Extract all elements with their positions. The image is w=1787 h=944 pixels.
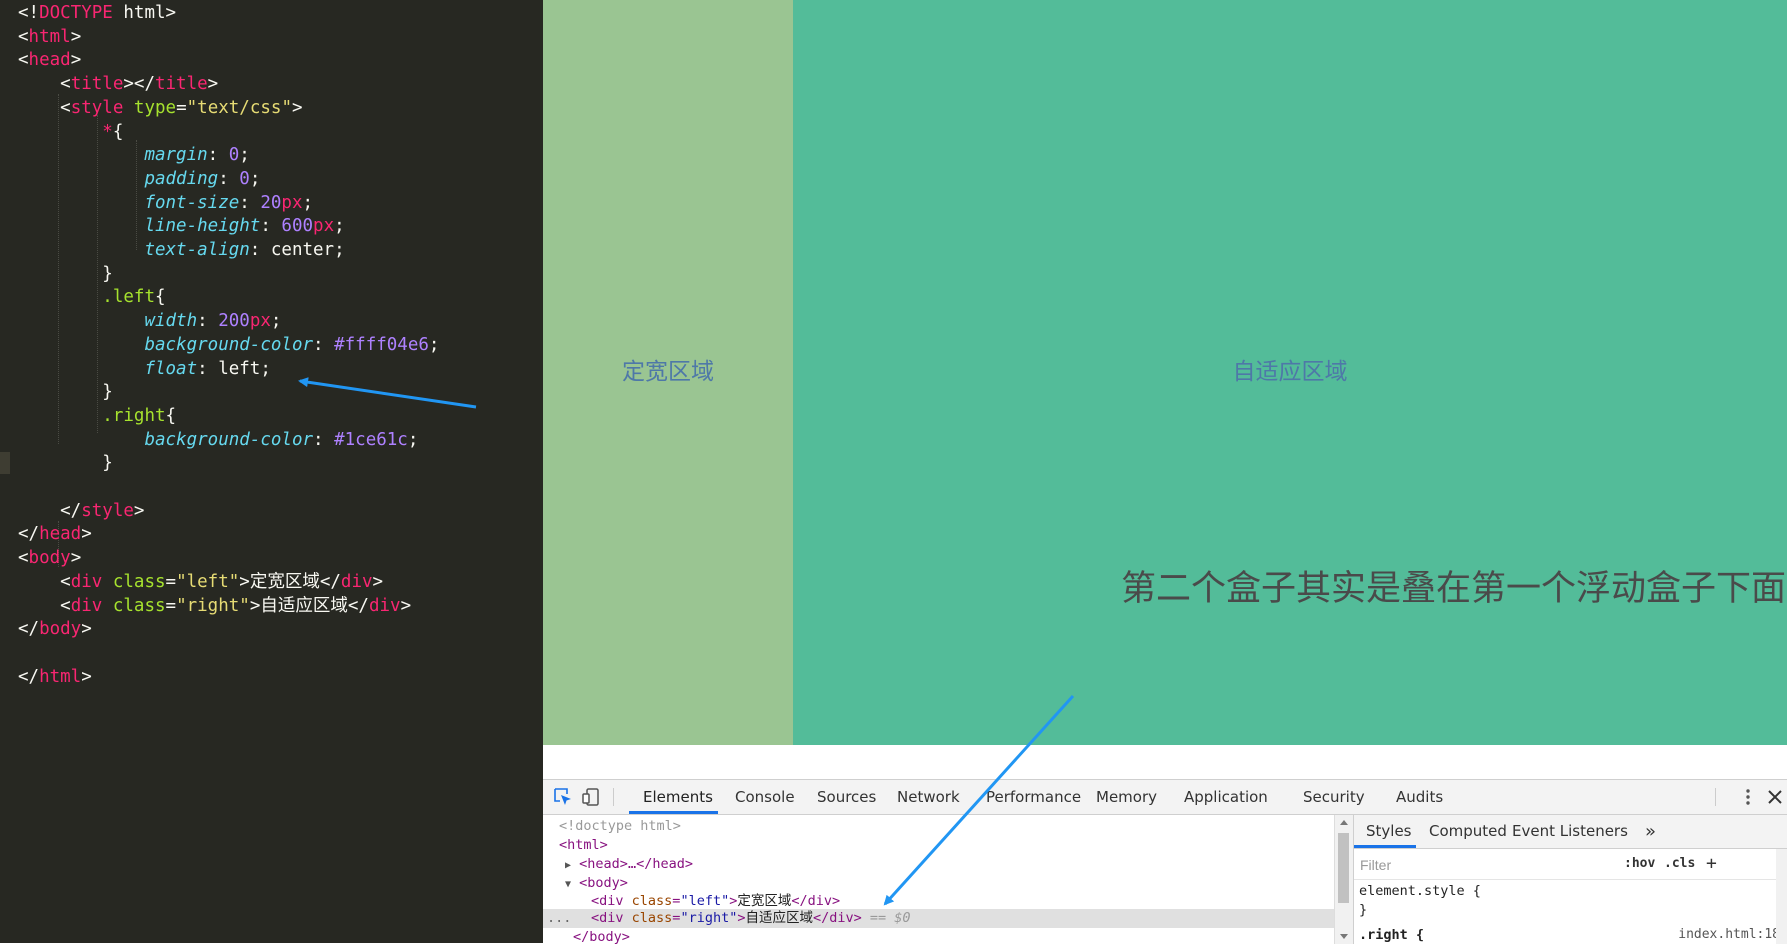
code-line[interactable]: </html>	[18, 666, 92, 689]
collapse-arrow-icon[interactable]: ▼	[565, 879, 571, 890]
styles-scrollbar[interactable]	[1776, 849, 1787, 944]
dom-left-div-text: 定宽区域	[737, 893, 792, 909]
code-line[interactable]: <div class="right">自适应区域</div>	[18, 595, 411, 618]
selected-marker: == $0	[869, 910, 911, 926]
scroll-up-icon[interactable]	[1339, 818, 1349, 826]
dom-doctype[interactable]: <!doctype html>	[559, 817, 681, 836]
code-line[interactable]: .right{	[18, 405, 176, 428]
styles-filter-input[interactable]	[1358, 853, 1632, 877]
rule-source-link[interactable]: index.html:18	[1678, 927, 1780, 942]
dom-head-node[interactable]: ▶ <head>…</head>	[565, 855, 693, 874]
dom-head-label: <head>…</head>	[579, 856, 693, 872]
tab-event-listeners[interactable]: Event Listeners	[1512, 815, 1628, 848]
devtools-panel: Elements Console Sources Network Performance…	[543, 779, 1787, 944]
active-tab-indicator	[629, 811, 718, 814]
hov-toggle[interactable]: :hov	[1624, 853, 1655, 875]
dom-body-label: <body>	[579, 875, 628, 891]
dom-body-node[interactable]: ▼ <body>	[565, 874, 628, 893]
tab-elements[interactable]: Elements	[643, 780, 713, 814]
right-rule-selector[interactable]: .right {	[1359, 926, 1424, 944]
toolbar-divider	[613, 788, 614, 806]
code-line[interactable]: }	[18, 452, 113, 475]
code-line[interactable]: text-align: center;	[18, 239, 344, 262]
code-line[interactable]: line-height: 600px;	[18, 215, 344, 238]
expand-arrow-icon[interactable]: ▶	[565, 860, 571, 871]
dom-tree-scrollbar[interactable]	[1334, 815, 1353, 944]
more-options-icon[interactable]	[1738, 787, 1758, 807]
devtools-toolbar: Elements Console Sources Network Performance…	[543, 780, 1787, 815]
toolbar-divider	[1715, 788, 1716, 806]
dom-tree[interactable]: <!doctype html> <html> ▶ <head>…</head> …	[543, 815, 1334, 944]
code-line[interactable]: <style type="text/css">	[18, 97, 302, 120]
more-tabs-icon[interactable]: »	[1645, 815, 1656, 848]
tab-performance[interactable]: Performance	[986, 780, 1081, 814]
code-line[interactable]: </style>	[18, 500, 144, 523]
inspect-element-icon[interactable]	[553, 787, 573, 807]
tab-application[interactable]: Application	[1184, 780, 1268, 814]
code-line[interactable]: float: left;	[18, 358, 270, 381]
tab-network[interactable]: Network	[897, 780, 960, 814]
element-style-rule[interactable]: element.style {	[1359, 882, 1481, 901]
code-line[interactable]: margin: 0;	[18, 144, 249, 167]
dom-row-ellipsis[interactable]: ...	[547, 909, 571, 928]
code-line[interactable]: <head>	[18, 49, 81, 72]
active-tab-indicator	[1354, 845, 1416, 848]
dom-right-div-text: 自适应区域	[745, 910, 813, 926]
code-editor[interactable]: <!DOCTYPE html> <html> <head> <title></tit…	[0, 0, 543, 943]
code-line[interactable]: <body>	[18, 547, 81, 570]
adaptive-box: 自适应区域 第二个盒子其实是叠在第一个浮动盒子下面的	[793, 0, 1787, 745]
filter-row: :hov .cls +	[1354, 849, 1787, 880]
fixed-width-box-text: 定宽区域	[622, 359, 714, 385]
code-line[interactable]: }	[18, 263, 113, 286]
code-line[interactable]: <!DOCTYPE html>	[18, 2, 176, 25]
adaptive-box-text: 自适应区域	[1232, 359, 1348, 385]
code-line[interactable]: background-color: #ffff04e6;	[18, 334, 439, 357]
cls-toggle[interactable]: .cls	[1664, 853, 1695, 875]
styles-pane: Styles Computed Event Listeners » :hov .…	[1353, 815, 1787, 944]
browser-viewport: 定宽区域 自适应区域 第二个盒子其实是叠在第一个浮动盒子下面的	[543, 0, 1787, 745]
tab-security[interactable]: Security	[1303, 780, 1365, 814]
code-line[interactable]: padding: 0;	[18, 168, 260, 191]
annotation-text: 第二个盒子其实是叠在第一个浮动盒子下面的	[1121, 569, 1787, 609]
current-line-marker	[0, 452, 10, 474]
dom-right-div-node[interactable]: <div class="right">自适应区域</div> == $0	[591, 909, 911, 928]
code-line[interactable]: <title></title>	[18, 73, 218, 96]
styles-tabs: Styles Computed Event Listeners »	[1354, 815, 1787, 849]
code-line[interactable]: </head>	[18, 523, 92, 546]
tab-computed[interactable]: Computed	[1429, 815, 1507, 848]
dom-html-node[interactable]: <html>	[559, 836, 608, 855]
code-line[interactable]: <html>	[18, 26, 81, 49]
scroll-thumb[interactable]	[1338, 833, 1349, 903]
code-line[interactable]: .left{	[18, 286, 165, 309]
dom-body-close[interactable]: </body>	[573, 928, 630, 944]
code-line[interactable]: font-size: 20px;	[18, 192, 313, 215]
tab-sources[interactable]: Sources	[817, 780, 876, 814]
close-icon[interactable]	[1765, 787, 1785, 807]
code-line[interactable]: background-color: #1ce61c;	[18, 429, 418, 452]
device-toolbar-icon[interactable]	[581, 787, 601, 807]
element-style-close: }	[1359, 902, 1368, 918]
scroll-down-icon[interactable]	[1339, 933, 1349, 941]
code-line[interactable]: width: 200px;	[18, 310, 281, 333]
code-line[interactable]: *{	[18, 121, 123, 144]
code-line[interactable]: </body>	[18, 618, 92, 641]
tab-styles[interactable]: Styles	[1366, 815, 1412, 848]
new-style-rule-button[interactable]: +	[1706, 853, 1717, 875]
tab-audits[interactable]: Audits	[1396, 780, 1443, 814]
tab-console[interactable]: Console	[735, 780, 795, 814]
code-line[interactable]: }	[18, 381, 113, 404]
tab-memory[interactable]: Memory	[1096, 780, 1157, 814]
fixed-width-box: 定宽区域	[543, 0, 793, 745]
code-line[interactable]: <div class="left">定宽区域</div>	[18, 571, 383, 594]
